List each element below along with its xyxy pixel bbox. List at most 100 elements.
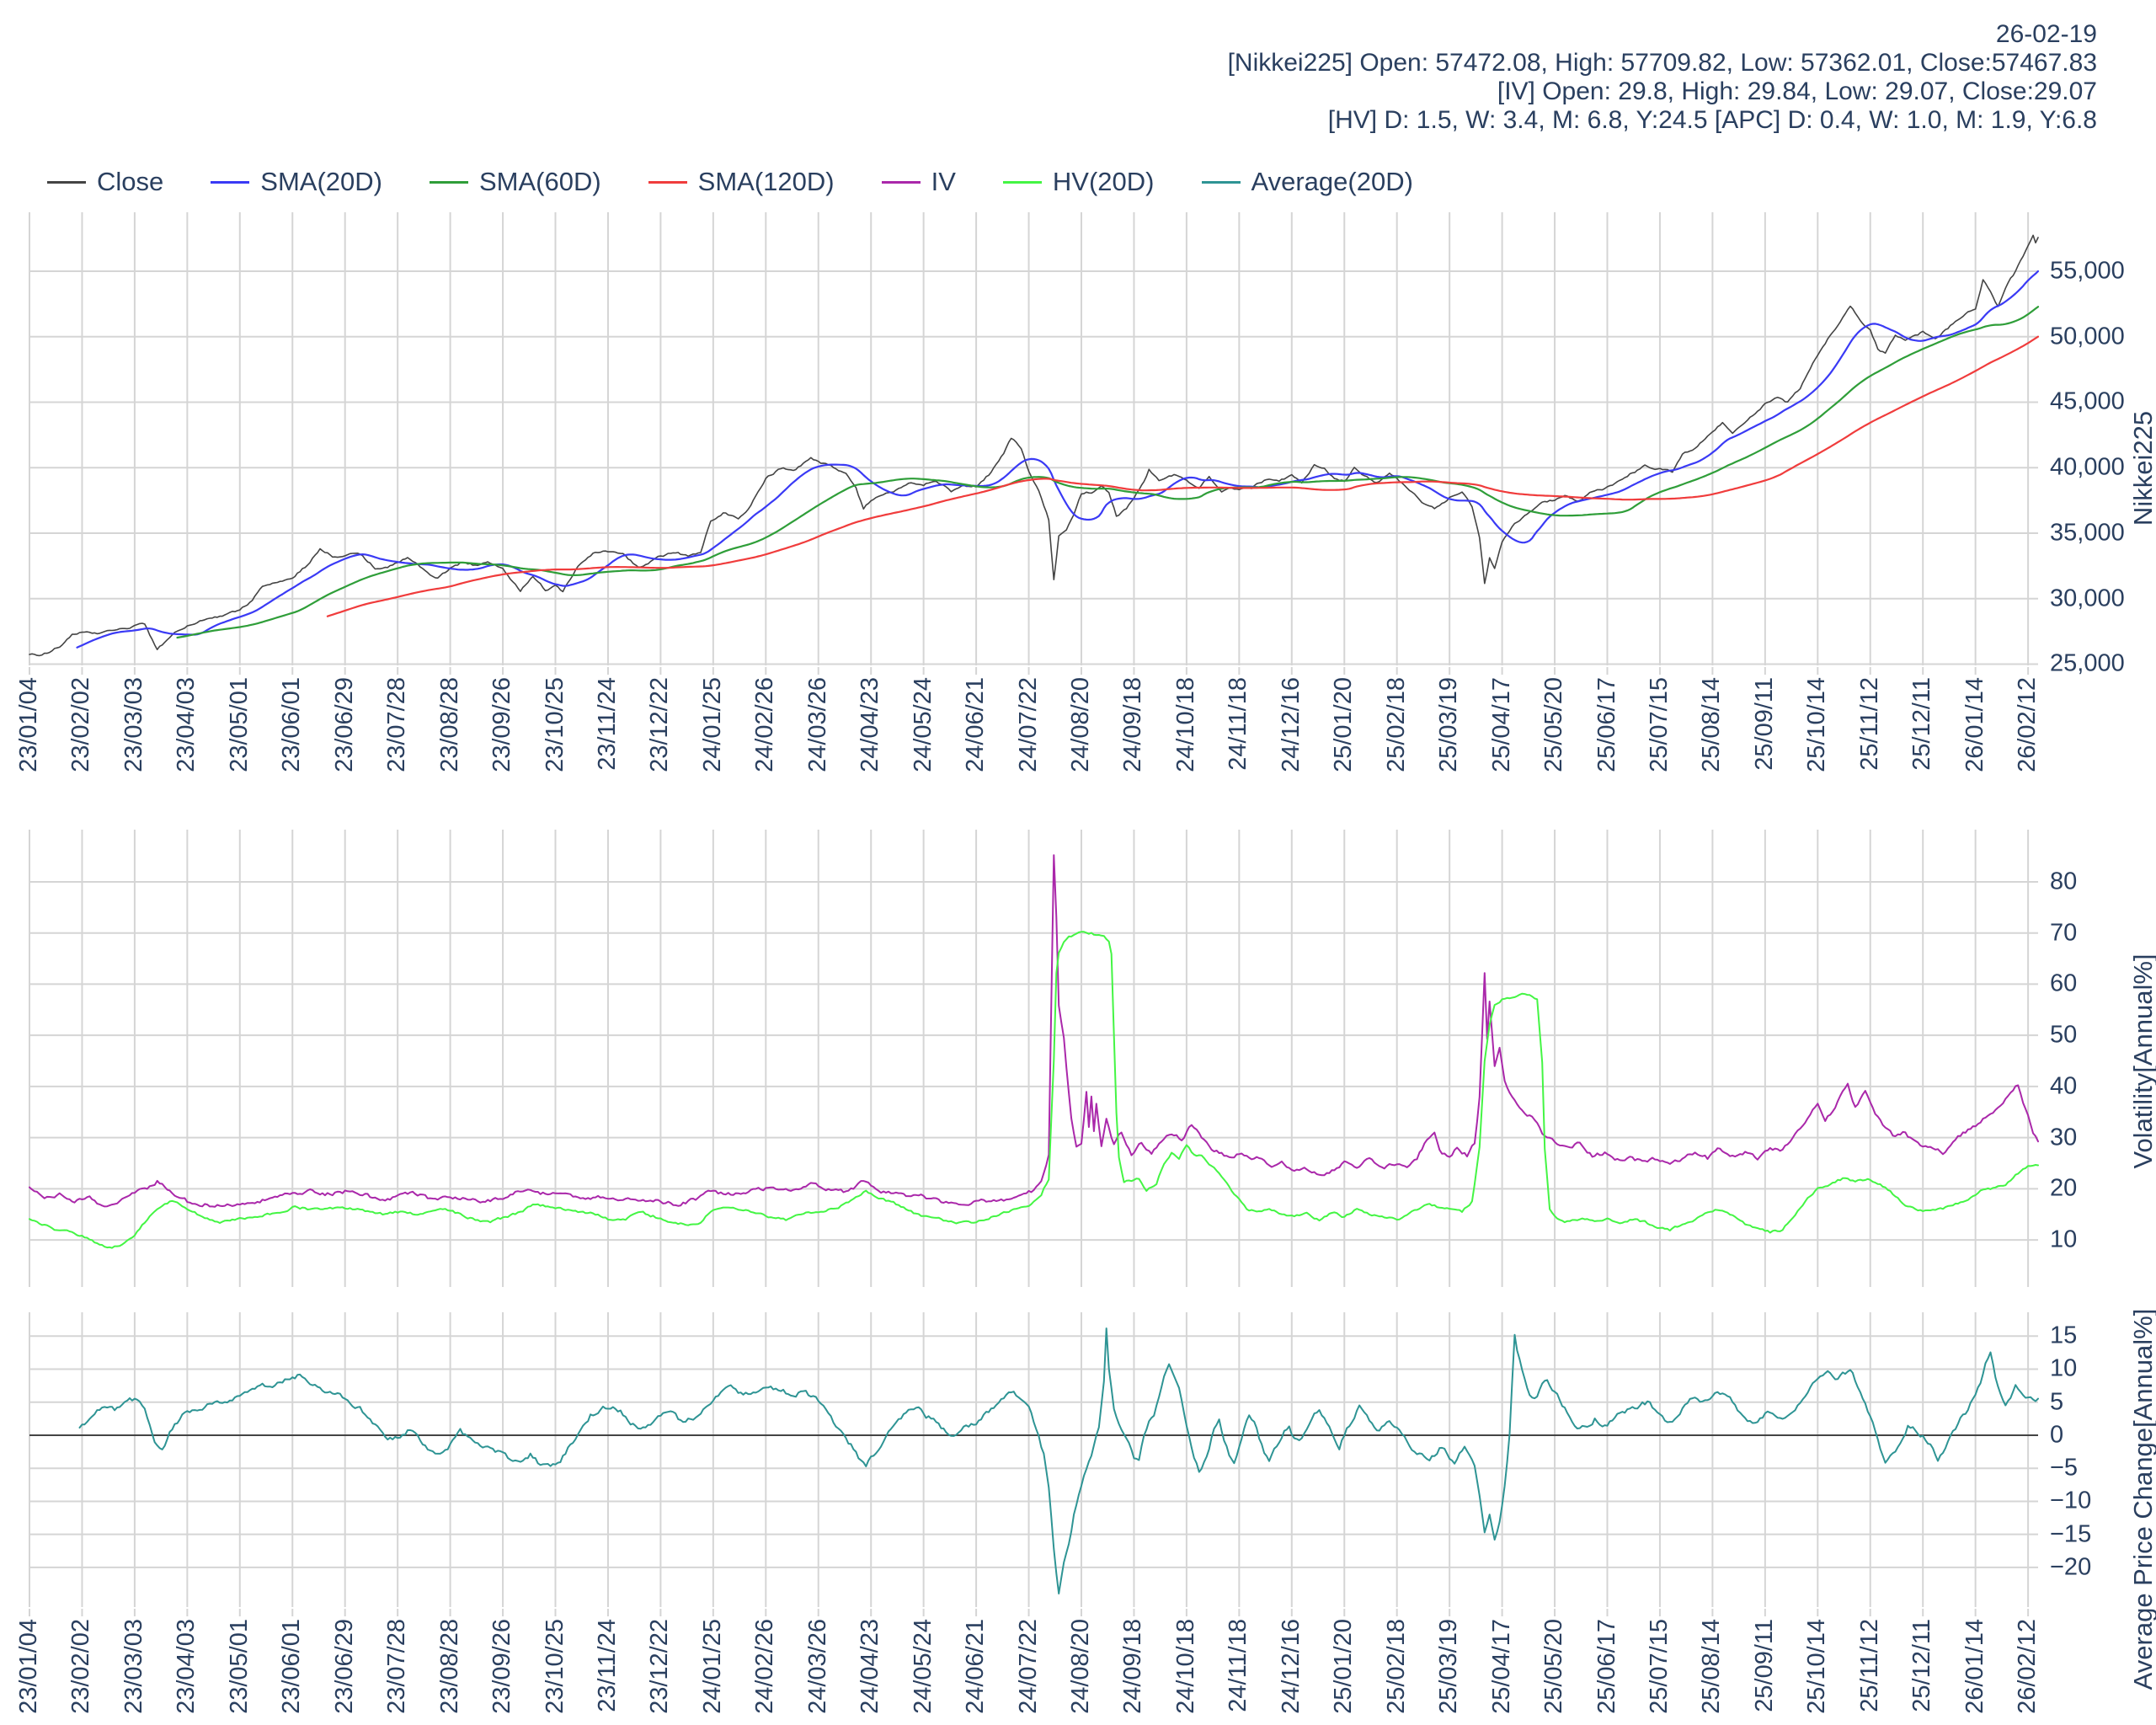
x-tick-label: 23/06/29 (330, 677, 358, 772)
x-tick-label: 23/02/02 (67, 1619, 95, 1714)
x-tick-label: 24/08/20 (1067, 1619, 1094, 1714)
x-tick-label: 23/06/29 (330, 1619, 358, 1714)
x-tick-label: 24/05/24 (909, 1619, 937, 1714)
x-tick-label: 25/10/14 (1803, 677, 1831, 772)
x-tick-label: 25/12/11 (1908, 677, 1936, 771)
x-tick-label: 25/05/20 (1540, 1619, 1568, 1714)
x-tick-label: 24/09/18 (1119, 1619, 1147, 1714)
y-tick-label: 40,000 (2050, 453, 2125, 481)
x-tick-label: 23/05/01 (225, 677, 253, 772)
x-tick-label: 24/04/23 (857, 677, 884, 772)
y-axis-title-price: Nikkei225 (2128, 410, 2156, 526)
x-tick-label: 24/02/26 (751, 677, 779, 772)
x-tick-label: 25/01/20 (1330, 677, 1358, 772)
x-tick-label: 24/03/26 (803, 677, 831, 772)
multi-panel-chart (29, 212, 2040, 1616)
x-tick-label: 25/12/11 (1908, 1619, 1936, 1712)
y-tick-label: −5 (2050, 1454, 2079, 1482)
x-tick-label: 24/10/18 (1171, 677, 1199, 772)
x-tick-label: 24/08/20 (1067, 677, 1094, 772)
x-tick-label: 23/09/26 (488, 677, 516, 772)
y-tick-label: 80 (2050, 868, 2078, 895)
x-tick-label: 26/02/12 (2014, 1619, 2041, 1714)
y-tick-label: −15 (2050, 1520, 2092, 1548)
x-tick-label: 23/06/01 (278, 1619, 306, 1714)
x-tick-label: 23/03/03 (120, 1619, 147, 1714)
x-tick-label: 25/06/17 (1593, 677, 1620, 772)
x-tick-label: 24/02/26 (751, 1619, 779, 1714)
x-tick-label: 24/07/22 (1014, 1619, 1042, 1714)
x-tick-label: 23/02/02 (67, 677, 95, 772)
x-tick-label: 24/01/25 (698, 677, 726, 772)
y-tick-label: 30 (2050, 1124, 2078, 1151)
chart-root: 26-02-19 [Nikkei225] Open: 57472.08, Hig… (0, 0, 2156, 1725)
y-tick-label: 20 (2050, 1174, 2078, 1202)
x-tick-label: 26/01/14 (1961, 677, 1988, 772)
x-tick-label: 24/11/18 (1225, 677, 1252, 771)
x-tick-label: 25/08/14 (1698, 677, 1726, 772)
y-tick-label: 0 (2050, 1421, 2064, 1449)
x-tick-label: 24/01/25 (698, 1619, 726, 1714)
x-tick-label: 24/12/16 (1277, 677, 1305, 772)
x-tick-label: 23/12/22 (646, 1619, 674, 1714)
x-tick-label: 23/05/01 (225, 1619, 253, 1714)
y-tick-label: 45,000 (2050, 387, 2125, 415)
x-tick-label: 24/06/21 (962, 677, 990, 772)
x-tick-label: 25/05/20 (1540, 677, 1568, 772)
x-tick-label: 23/01/04 (15, 1619, 42, 1714)
x-tick-label: 24/10/18 (1171, 1619, 1199, 1714)
x-tick-label: 24/03/26 (803, 1619, 831, 1714)
x-tick-label: 23/04/03 (173, 1619, 200, 1714)
x-tick-label: 24/06/21 (962, 1619, 990, 1714)
x-tick-label: 23/07/28 (383, 677, 411, 772)
x-tick-label: 25/09/11 (1750, 1619, 1778, 1712)
price-plot-area[interactable] (29, 212, 2038, 665)
x-tick-label: 25/04/17 (1487, 677, 1515, 772)
x-tick-label: 24/05/24 (909, 677, 937, 772)
y-tick-label: −20 (2050, 1553, 2092, 1581)
x-tick-label: 26/01/14 (1961, 1619, 1988, 1714)
y-tick-label: 50,000 (2050, 323, 2125, 350)
y-tick-label: 60 (2050, 969, 2078, 997)
x-tick-label: 25/11/12 (1855, 1619, 1883, 1712)
y-tick-label: 15 (2050, 1322, 2078, 1349)
x-tick-label: 25/01/20 (1330, 1619, 1358, 1714)
y-tick-label: 35,000 (2050, 519, 2125, 547)
x-tick-label: 24/11/18 (1225, 1619, 1252, 1712)
x-tick-label: 25/09/11 (1750, 677, 1778, 771)
x-tick-label: 23/08/28 (435, 677, 463, 772)
x-tick-label: 23/07/28 (383, 1619, 411, 1714)
x-tick-label: 25/02/18 (1382, 677, 1410, 772)
y-tick-label: 70 (2050, 919, 2078, 947)
x-tick-label: 25/11/12 (1855, 677, 1883, 771)
x-tick-label: 25/03/19 (1435, 1619, 1463, 1714)
x-tick-label: 24/04/23 (857, 1619, 884, 1714)
y-axis-title-volatility: Volatility[Annual%] (2128, 953, 2156, 1169)
x-tick-label: 24/12/16 (1277, 1619, 1305, 1714)
x-tick-label: 23/11/24 (593, 1619, 621, 1712)
x-tick-label: 23/04/03 (173, 677, 200, 772)
y-tick-label: 25,000 (2050, 649, 2125, 677)
x-tick-label: 26/02/12 (2014, 677, 2041, 772)
y-tick-label: 10 (2050, 1354, 2078, 1382)
x-tick-label: 25/03/19 (1435, 677, 1463, 772)
y-tick-label: 10 (2050, 1226, 2078, 1253)
x-tick-label: 23/08/28 (435, 1619, 463, 1714)
x-tick-label: 25/07/15 (1645, 1619, 1673, 1714)
x-tick-label: 23/11/24 (593, 677, 621, 771)
y-tick-label: −10 (2050, 1487, 2092, 1514)
y-tick-label: 5 (2050, 1388, 2064, 1416)
x-tick-label: 25/04/17 (1487, 1619, 1515, 1714)
x-tick-label: 25/07/15 (1645, 677, 1673, 772)
x-tick-label: 25/02/18 (1382, 1619, 1410, 1714)
x-tick-label: 25/06/17 (1593, 1619, 1620, 1714)
average-price-change-plot-area[interactable] (29, 1312, 2038, 1607)
x-tick-label: 25/10/14 (1803, 1619, 1831, 1714)
y-tick-label: 30,000 (2050, 585, 2125, 612)
x-tick-label: 23/09/26 (488, 1619, 516, 1714)
x-tick-label: 24/09/18 (1119, 677, 1147, 772)
x-tick-label: 23/10/25 (541, 1619, 568, 1714)
x-tick-label: 23/06/01 (278, 677, 306, 772)
y-axis-title-average-price-change: Average Price Change[Annual%] (2128, 1308, 2156, 1690)
y-tick-label: 55,000 (2050, 257, 2125, 285)
